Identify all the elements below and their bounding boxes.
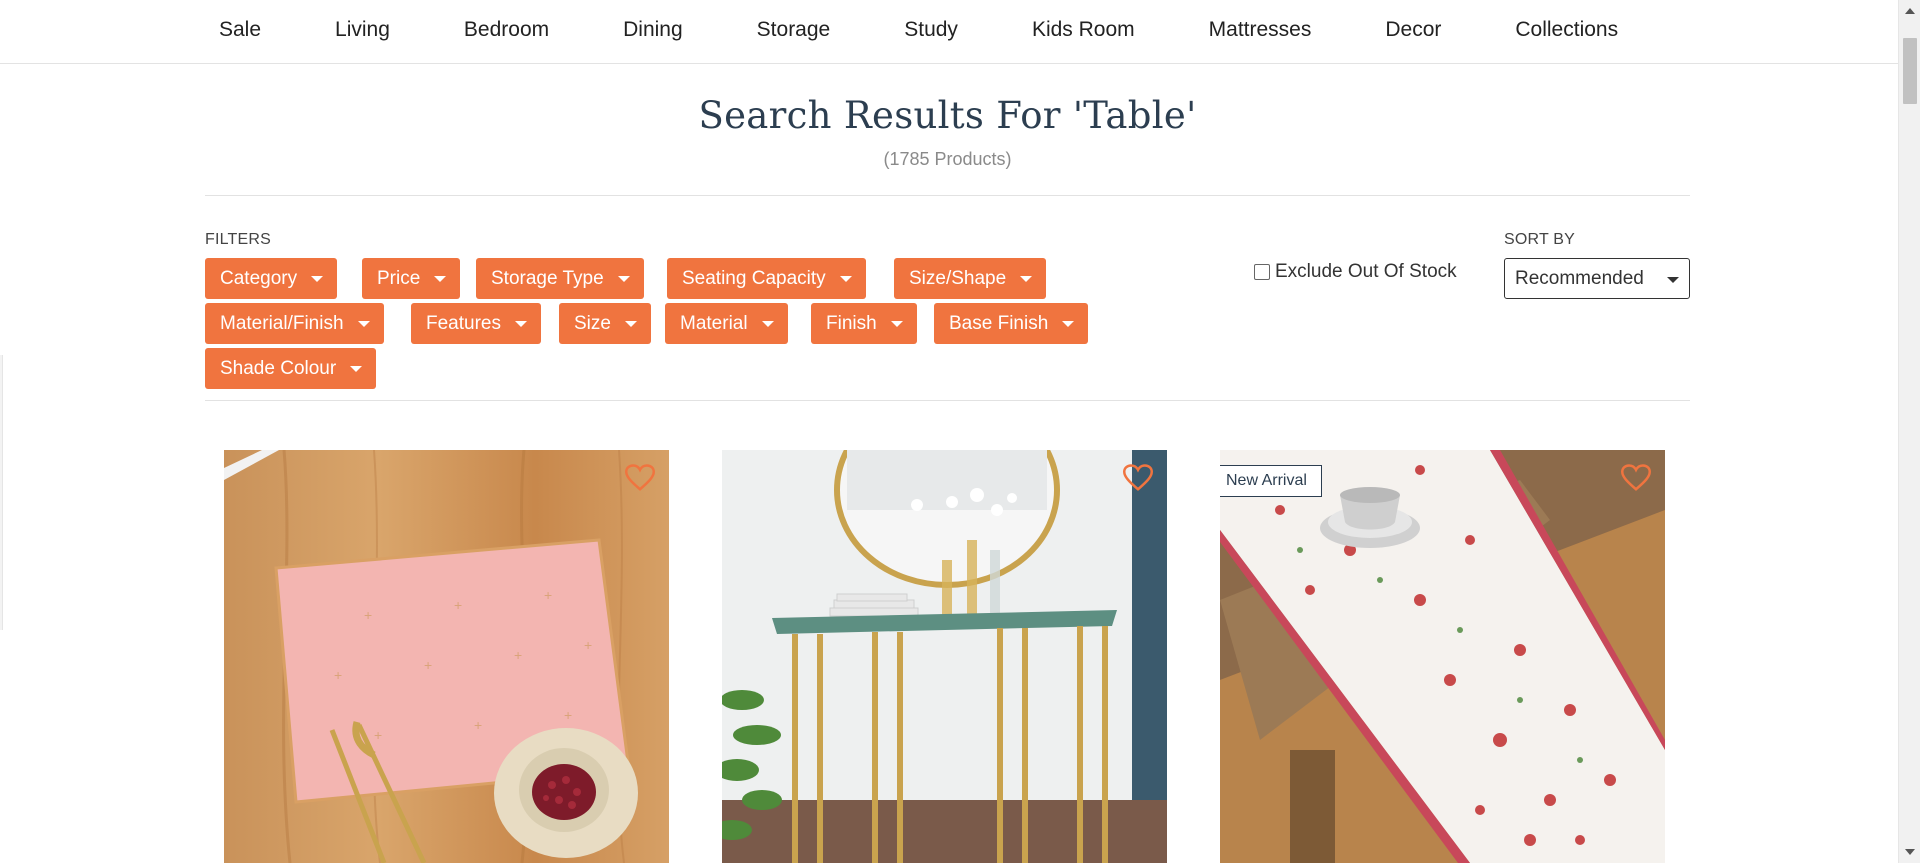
wishlist-heart-icon[interactable] [625, 464, 655, 492]
svg-text:+: + [424, 657, 432, 673]
header-divider [205, 195, 1690, 196]
svg-text:+: + [334, 667, 342, 683]
nav-item-mattresses[interactable]: Mattresses [1172, 18, 1349, 42]
wishlist-heart-icon[interactable] [1621, 464, 1651, 492]
filter-features[interactable]: Features [411, 303, 541, 344]
nav-item-storage[interactable]: Storage [720, 18, 868, 42]
exclude-out-of-stock[interactable]: Exclude Out Of Stock [1254, 261, 1457, 283]
product-image-pink-placemat[interactable]: + + + + + + + + + + [224, 450, 669, 863]
caret-down-icon [434, 275, 447, 282]
nav-item-living[interactable]: Living [298, 18, 427, 42]
filter-shade-colour[interactable]: Shade Colour [205, 348, 377, 389]
nav-item-dining[interactable]: Dining [586, 18, 720, 42]
filter-finish[interactable]: Finish [811, 303, 917, 344]
caret-down-icon [761, 320, 774, 327]
filter-material-finish[interactable]: Material/Finish [205, 303, 384, 344]
filter-material[interactable]: Material [665, 303, 788, 344]
wishlist-heart-icon[interactable] [1123, 464, 1153, 492]
caret-down-icon [624, 320, 637, 327]
page-scrollbar[interactable] [1898, 0, 1920, 863]
sort-by-select[interactable]: Recommended [1504, 258, 1690, 299]
product-image-table-runner[interactable] [1220, 450, 1665, 863]
filter-label: Storage Type [491, 267, 604, 289]
product-count: (1785 Products) [883, 149, 1012, 169]
filter-label: Seating Capacity [682, 267, 826, 289]
nav-item-bedroom[interactable]: Bedroom [427, 18, 586, 42]
filters-divider [205, 400, 1690, 401]
filter-seating-capacity[interactable]: Seating Capacity [667, 258, 866, 299]
filter-size[interactable]: Size [559, 303, 651, 344]
caret-down-icon [350, 365, 363, 372]
filter-label: Material [680, 312, 748, 334]
caret-down-icon [311, 275, 324, 282]
filter-label: Finish [826, 312, 877, 334]
caret-down-icon [890, 320, 903, 327]
scroll-down-arrow-icon[interactable] [1905, 849, 1915, 855]
nav-item-decor[interactable]: Decor [1348, 18, 1478, 42]
filter-price[interactable]: Price [362, 258, 461, 299]
filter-label: Features [426, 312, 501, 334]
new-arrival-badge: New Arrival [1220, 465, 1322, 497]
nav-item-kids-room[interactable]: Kids Room [995, 18, 1172, 42]
svg-text:+: + [564, 707, 572, 723]
exclude-out-of-stock-label: Exclude Out Of Stock [1275, 261, 1457, 282]
filter-label: Shade Colour [220, 357, 337, 379]
caret-down-icon [1020, 275, 1033, 282]
filter-storage-type[interactable]: Storage Type [476, 258, 644, 299]
sort-by-label: SORT BY [1504, 231, 1576, 248]
caret-down-icon [617, 275, 630, 282]
filter-label: Category [220, 267, 298, 289]
page-title: Search Results For 'Table' [698, 94, 1197, 137]
product-card[interactable] [722, 450, 1167, 863]
product-card[interactable]: New Arrival [1220, 450, 1665, 863]
category-nav: Sale Living Bedroom Dining Storage Study… [0, 0, 1898, 64]
nav-item-study[interactable]: Study [867, 18, 995, 42]
svg-text:+: + [454, 597, 462, 613]
filter-size-shape[interactable]: Size/Shape [894, 258, 1047, 299]
svg-text:+: + [364, 607, 372, 623]
caret-down-icon [357, 320, 370, 327]
filter-label: Material/Finish [220, 312, 344, 334]
search-results-header: Search Results For 'Table' (1785 Product… [205, 94, 1690, 170]
filter-base-finish[interactable]: Base Finish [934, 303, 1089, 344]
svg-text:+: + [544, 587, 552, 603]
filters-label: FILTERS [205, 231, 272, 248]
svg-text:+: + [374, 727, 382, 743]
nav-item-sale[interactable]: Sale [205, 18, 298, 42]
filter-label: Size/Shape [909, 267, 1007, 289]
sort-selected-value: Recommended [1515, 267, 1644, 289]
scroll-up-arrow-icon[interactable] [1905, 8, 1915, 14]
filter-label: Price [377, 267, 421, 289]
filter-label: Size [574, 312, 611, 334]
product-card[interactable]: + + + + + + + + + + [224, 450, 669, 863]
category-nav-list: Sale Living Bedroom Dining Storage Study… [205, 0, 1655, 60]
caret-down-icon [839, 275, 852, 282]
exclude-out-of-stock-checkbox[interactable] [1254, 264, 1270, 280]
svg-text:+: + [584, 637, 592, 653]
caret-down-icon [1667, 277, 1679, 283]
product-image-console-table[interactable] [722, 450, 1167, 863]
svg-text:+: + [514, 647, 522, 663]
caret-down-icon [1062, 320, 1075, 327]
side-panel-edge[interactable] [0, 355, 3, 630]
nav-item-collections[interactable]: Collections [1478, 18, 1655, 42]
filter-category[interactable]: Category [205, 258, 338, 299]
scrollbar-thumb[interactable] [1903, 38, 1917, 104]
svg-text:+: + [474, 717, 482, 733]
caret-down-icon [514, 320, 527, 327]
filter-label: Base Finish [949, 312, 1049, 334]
